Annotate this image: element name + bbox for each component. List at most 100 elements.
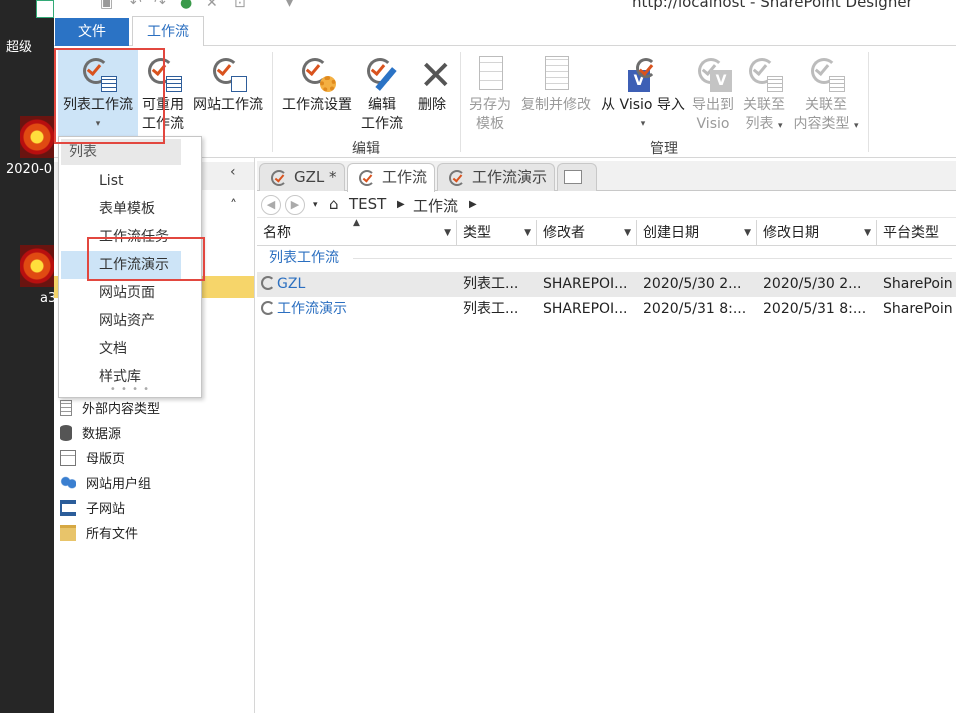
flower-image-icon: [20, 116, 54, 158]
column-label: 平台类型: [883, 225, 939, 241]
tab-workflows[interactable]: 工作流: [347, 163, 435, 192]
group-separator: [868, 52, 869, 152]
list-workflow-icon: [79, 56, 117, 94]
stop-icon[interactable]: ✕: [206, 0, 222, 12]
associate-content-type-button[interactable]: 关联至 内容类型 ▾: [788, 48, 864, 136]
nav-item-label: 网站用户组: [86, 477, 152, 492]
main-content: GZL * 工作流 工作流演示 ◀ ▶ ▾ ⌂ TEST ▶ 工作流 ▶ ▲ 名…: [257, 158, 956, 713]
breadcrumb-site[interactable]: TEST: [349, 195, 386, 213]
nav-item-label: 所有文件: [86, 527, 139, 542]
column-label: 名称: [263, 225, 291, 241]
copy-modify-button[interactable]: 复制并修改: [516, 48, 596, 136]
edit-workflow-icon: [363, 56, 401, 94]
new-tab-button[interactable]: [557, 163, 597, 191]
save-as-template-label-1: 另存为: [469, 97, 511, 113]
site-workflow-button[interactable]: 网站工作流: [188, 48, 268, 136]
nav-item-external-content-types[interactable]: 外部内容类型: [60, 399, 160, 421]
reusable-workflow-label-2: 工作流: [142, 116, 184, 132]
list-workflow-dropdown: 列表 List 表单模板 工作流任务 工作流演示 网站页面 网站资产 文档 样式…: [58, 136, 202, 398]
row-name[interactable]: 工作流演示: [261, 297, 457, 322]
associate-list-label-2: 列表: [745, 116, 774, 132]
tab-label: 工作流: [382, 168, 428, 186]
column-header-name[interactable]: 名称 ▼: [257, 220, 457, 246]
nav-item-subsites[interactable]: 子网站: [60, 499, 125, 521]
row-modified-by: SHAREPOI...: [543, 276, 628, 292]
column-header-created[interactable]: 创建日期 ▼: [637, 220, 757, 246]
forward-icon[interactable]: ▶: [285, 195, 305, 215]
resize-grip-icon[interactable]: • • • •: [59, 384, 201, 395]
workflow-icon: [359, 170, 375, 186]
visio-export-icon: V: [694, 56, 732, 94]
associate-content-type-label-2: 内容类型: [793, 116, 850, 132]
refresh-icon[interactable]: ●: [180, 0, 196, 12]
chevron-down-icon[interactable]: ▼: [624, 220, 631, 245]
tab-workflow[interactable]: 工作流: [132, 16, 204, 47]
workflow-settings-icon: [298, 56, 336, 94]
column-header-platform[interactable]: 平台类型: [877, 220, 956, 246]
edit-workflow-button[interactable]: 编辑 工作流: [358, 48, 406, 136]
dropdown-item-form-templates[interactable]: 表单模板: [61, 195, 199, 223]
template-icon: [471, 56, 509, 94]
home-icon[interactable]: ⌂: [329, 195, 339, 213]
save-as-template-button[interactable]: 另存为 模板: [464, 48, 516, 136]
tab-gzl[interactable]: GZL *: [259, 163, 345, 191]
preview-icon[interactable]: ⊡: [234, 0, 250, 12]
reusable-workflow-button[interactable]: 可重用 工作流: [138, 48, 188, 136]
customize-qat-icon[interactable]: ▾: [286, 0, 302, 12]
nav-item-site-groups[interactable]: 网站用户组: [60, 474, 151, 496]
row-type: 列表工...: [463, 276, 519, 292]
chevron-down-icon[interactable]: ▼: [524, 220, 531, 245]
import-from-visio-button[interactable]: V 从 Visio 导入 ▾: [596, 48, 690, 136]
nav-item-master-pages[interactable]: 母版页: [60, 449, 125, 471]
save-icon[interactable]: ▣: [100, 0, 116, 12]
database-icon: [60, 425, 72, 441]
workflow-settings-button[interactable]: 工作流设置: [278, 48, 356, 136]
export-to-visio-button[interactable]: V 导出到 Visio: [688, 48, 738, 136]
history-dropdown-icon[interactable]: ▾: [313, 200, 318, 210]
breadcrumb-section[interactable]: 工作流: [413, 195, 458, 216]
desktop-shortcut[interactable]: 超级: [0, 0, 54, 55]
dropdown-item-site-assets[interactable]: 网站资产: [61, 307, 199, 335]
tab-workflow-demo[interactable]: 工作流演示: [437, 163, 555, 191]
dropdown-item-site-pages[interactable]: 网站页面: [61, 279, 199, 307]
sharepoint-designer-window: ▣ ↶ ↷ ● ✕ ⊡ ▾ http://localhost - SharePo…: [54, 0, 956, 713]
row-platform: SharePoin: [883, 301, 953, 317]
undo-icon[interactable]: ↶: [130, 0, 146, 12]
table-row[interactable]: GZL 列表工... SHAREPOI... 2020/5/30 2... 20…: [257, 272, 956, 297]
desktop-image-file[interactable]: a3: [0, 245, 54, 306]
associate-list-button[interactable]: 关联至 列表 ▾: [738, 48, 790, 136]
shortcut-icon: [36, 0, 54, 18]
desktop-image-file[interactable]: 2020-0: [0, 116, 54, 177]
dropdown-item-workflow-demo[interactable]: 工作流演示: [61, 251, 181, 279]
dropdown-item-list[interactable]: List: [61, 167, 199, 195]
chevron-down-icon[interactable]: ▼: [444, 220, 451, 245]
chevron-down-icon[interactable]: ▼: [744, 220, 751, 245]
chevron-down-icon[interactable]: ▼: [864, 220, 871, 245]
chevron-right-icon: ▶: [469, 199, 477, 210]
back-icon[interactable]: ◀: [261, 195, 281, 215]
column-header-type[interactable]: 类型 ▼: [457, 220, 537, 246]
delete-icon: ✕: [419, 53, 453, 99]
row-modified-by: SHAREPOI...: [543, 301, 628, 317]
row-name[interactable]: GZL: [261, 272, 457, 297]
delete-button[interactable]: ✕ 删除: [410, 48, 454, 136]
tab-label: 工作流演示: [472, 168, 548, 186]
tab-file[interactable]: 文件: [55, 18, 129, 46]
dropdown-item-workflow-tasks[interactable]: 工作流任务: [61, 223, 199, 251]
folder-icon: [60, 525, 76, 541]
export-to-visio-label-2: Visio: [696, 116, 730, 132]
workflow-settings-label: 工作流设置: [282, 97, 352, 113]
table-row[interactable]: 工作流演示 列表工... SHAREPOI... 2020/5/31 8:...…: [257, 297, 956, 322]
list-workflow-button[interactable]: 列表工作流 ▾: [58, 48, 138, 136]
chevron-up-icon[interactable]: ˄: [230, 198, 237, 214]
redo-icon[interactable]: ↷: [154, 0, 170, 12]
column-label: 创建日期: [643, 225, 699, 241]
nav-item-data-sources[interactable]: 数据源: [60, 424, 121, 446]
subsite-icon: [60, 500, 76, 516]
column-header-modified[interactable]: 修改日期 ▼: [757, 220, 877, 246]
nav-item-all-files[interactable]: 所有文件: [60, 524, 138, 546]
column-header-modified-by[interactable]: 修改者 ▼: [537, 220, 637, 246]
dropdown-item-documents[interactable]: 文档: [61, 335, 199, 363]
edit-workflow-label-2: 工作流: [361, 116, 403, 132]
collapse-pane-icon[interactable]: ‹: [230, 164, 236, 180]
